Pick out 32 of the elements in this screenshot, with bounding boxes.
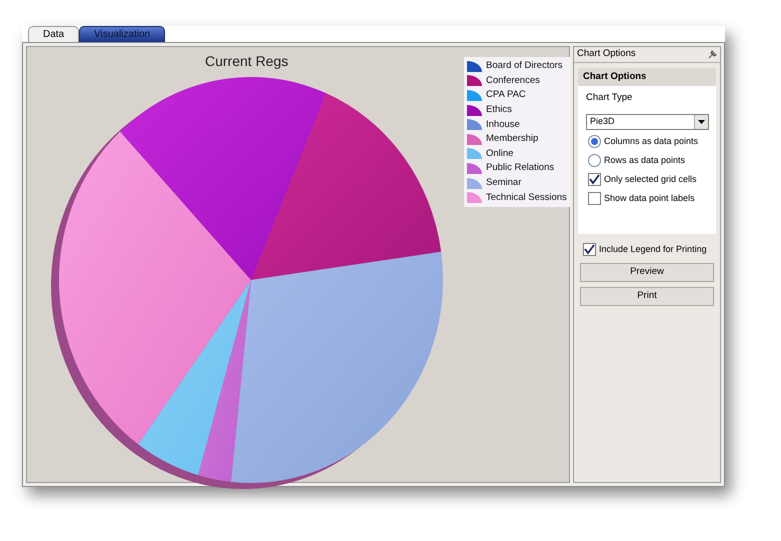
option-label: Only selected grid cells xyxy=(604,172,697,186)
chart-type-dropdown[interactable]: Pie3D xyxy=(586,114,709,130)
checkbox[interactable] xyxy=(583,243,596,256)
chart-type-label: Chart Type xyxy=(586,91,634,106)
radio-button[interactable] xyxy=(588,154,601,167)
radio-button[interactable] xyxy=(588,135,601,148)
include-legend-label: Include Legend for Printing xyxy=(599,243,707,256)
option-label: Show data point labels xyxy=(604,192,695,205)
legend-label: Technical Sessions xyxy=(486,190,567,205)
legend-label: Conferences xyxy=(486,74,540,88)
option-label: Columns as data points xyxy=(604,134,698,148)
legend-label: Online xyxy=(486,146,514,161)
panel-header: Chart Options xyxy=(577,47,636,62)
legend-label: Seminar xyxy=(486,176,522,190)
checkbox[interactable] xyxy=(588,192,601,205)
legend-label: CPA PAC xyxy=(486,88,526,102)
action-button[interactable]: Print xyxy=(580,286,714,306)
pin-icon[interactable] xyxy=(707,50,717,60)
chart-title: Current Regs xyxy=(205,52,288,71)
group-title: Chart Options xyxy=(578,68,716,86)
check-icon xyxy=(584,244,595,256)
legend-label: Inhouse xyxy=(486,118,520,132)
action-button[interactable]: Preview xyxy=(580,262,714,282)
legend-label: Ethics xyxy=(486,102,512,117)
tab[interactable]: Data xyxy=(28,26,80,42)
legend-label: Public Relations xyxy=(486,161,554,176)
check-icon xyxy=(589,174,600,185)
option-label: Rows as data points xyxy=(604,154,686,167)
legend-label: Board of Directors xyxy=(486,59,563,74)
checkbox[interactable] xyxy=(588,173,601,186)
dropdown-arrow-icon xyxy=(698,120,705,124)
legend-label: Membership xyxy=(486,132,538,146)
